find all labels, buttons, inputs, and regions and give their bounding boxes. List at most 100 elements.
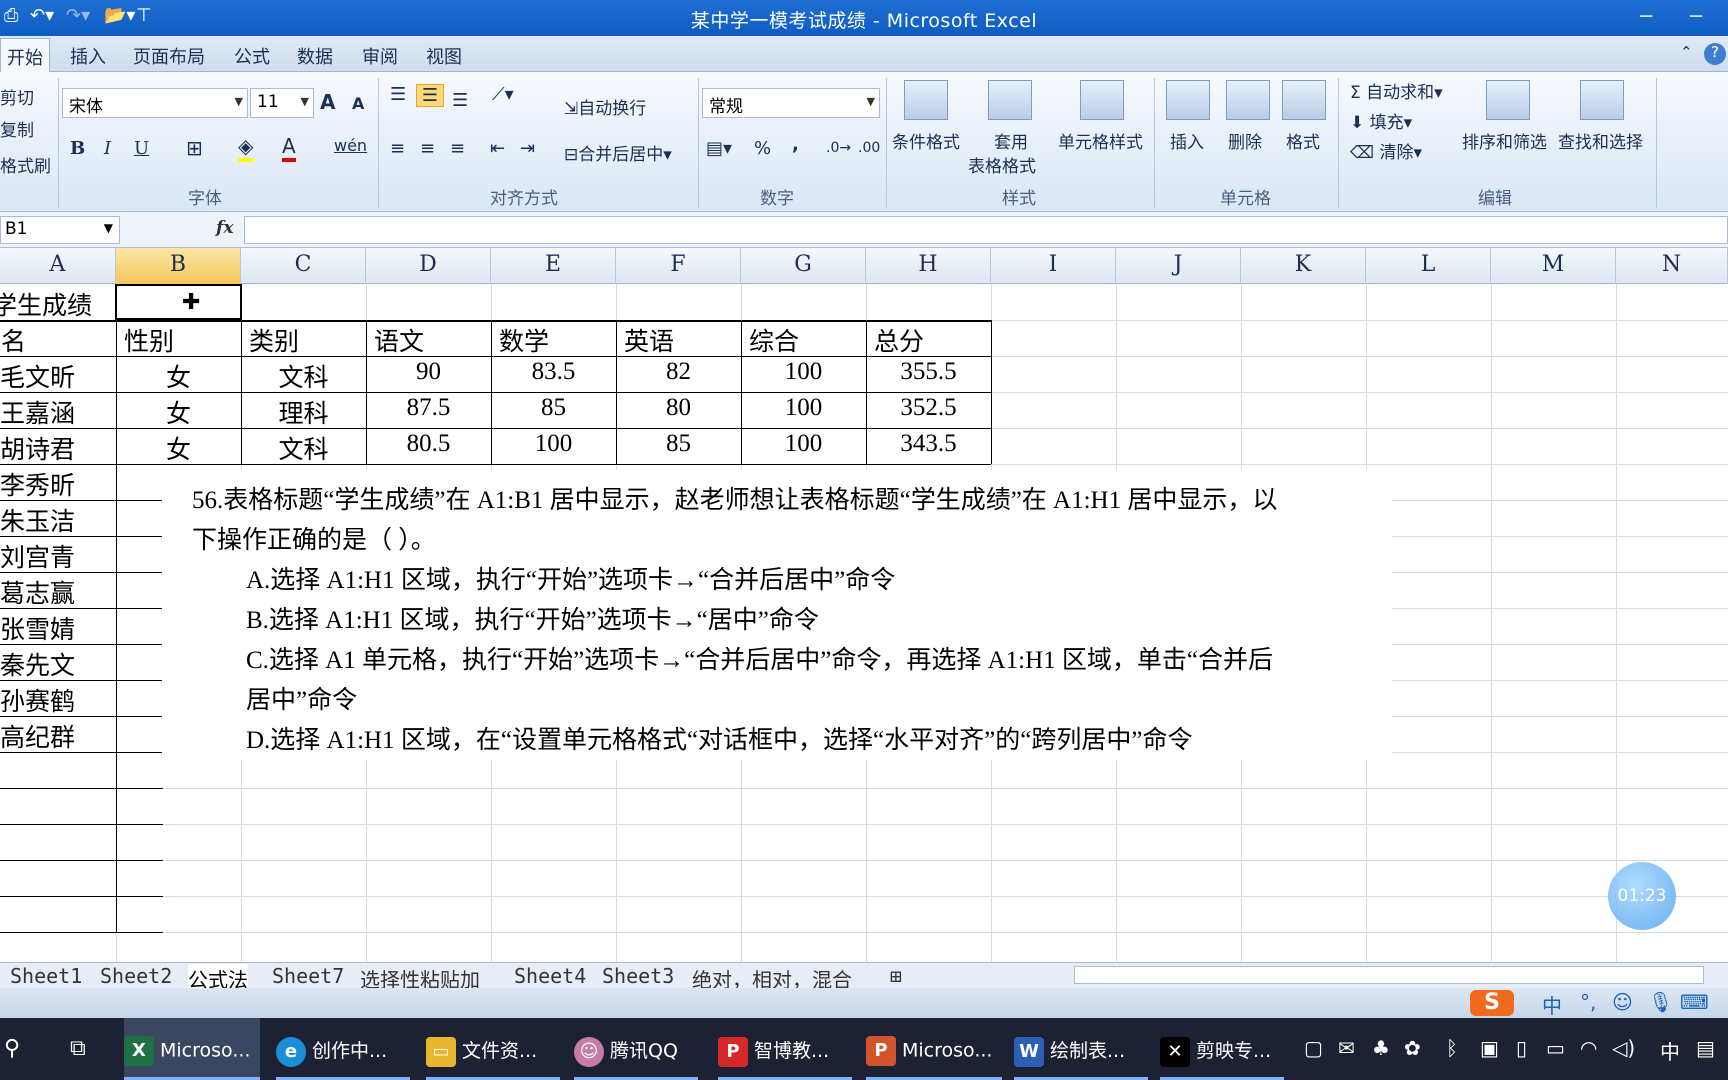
row2-category[interactable]: 理科 [241,394,366,430]
row2-name[interactable]: 王嘉涵 [0,394,75,430]
wifi-icon[interactable]: ◠ [1580,1036,1597,1060]
taskbar-explorer[interactable]: ▭ 文件资... [426,1018,560,1080]
increase-decimal-icon[interactable]: .0→ [826,140,851,156]
volume-icon[interactable]: ◁) [1612,1036,1635,1060]
sheet-tab-sheet2[interactable]: Sheet2 [100,964,172,988]
sheet-title-cell[interactable]: 学生成绩 [0,286,116,322]
font-size-select[interactable]: 11 ▼ [250,88,314,118]
merge-center-button[interactable]: ⊟合并后居中▾ [564,140,672,165]
wrap-text-button[interactable]: ⇲自动换行 [564,94,646,119]
tab-data[interactable]: 数据 [297,43,333,69]
row2-english[interactable]: 80 [616,394,741,422]
tray-penguin-icon[interactable]: ♣ [1372,1036,1390,1060]
row3-math[interactable]: 100 [491,430,616,458]
tray-chat-icon[interactable]: ✉ [1338,1036,1355,1060]
taskbar-word[interactable]: W 绘制表... [1014,1018,1148,1080]
row3-total[interactable]: 343.5 [866,430,991,458]
row2-total[interactable]: 352.5 [866,394,991,422]
font-color-button[interactable]: A [282,134,296,162]
sort-filter-button[interactable]: 排序和筛选 [1462,128,1547,153]
header-name[interactable]: 姓名 [0,322,116,358]
tab-home[interactable]: 开始 [0,38,50,72]
row3-chinese[interactable]: 80.5 [366,430,491,458]
taskbar-powerpoint[interactable]: P Microso... [866,1018,1002,1080]
find-select-button[interactable]: 查找和选择 [1558,128,1643,153]
row1-english[interactable]: 82 [616,358,741,386]
comma-button[interactable]: , [792,134,799,155]
tab-review[interactable]: 审阅 [362,43,398,69]
battery-icon[interactable]: ▭ [1546,1036,1565,1060]
increase-indent-icon[interactable]: ⇥ [520,138,535,159]
task-view-icon[interactable]: ⧉ [70,1036,86,1061]
taskbar-jianying[interactable]: ✕ 剪映专... [1160,1018,1284,1080]
align-middle-icon[interactable]: ☰ [416,84,444,107]
orientation-icon[interactable]: ⟋▾ [492,84,514,105]
row1-name[interactable]: 毛文昕 [0,358,75,394]
font-name-select[interactable]: 宋体 ▼ [62,88,248,118]
usb-icon[interactable]: ▯ [1516,1036,1527,1060]
align-bottom-icon[interactable]: ☰ [452,90,468,111]
insert-cells-button[interactable]: 插入 [1170,128,1204,153]
row2-math[interactable]: 85 [491,394,616,422]
delete-cells-button[interactable]: 删除 [1228,128,1262,153]
sheet-tab-sheet7[interactable]: Sheet7 [272,964,344,988]
row2-gender[interactable]: 女 [116,394,241,430]
tray-flower-icon[interactable]: ✿ [1404,1036,1421,1060]
taskbar-zhibo[interactable]: P 智博教... [718,1018,852,1080]
tab-insert[interactable]: 插入 [70,43,106,69]
row3-english[interactable]: 85 [616,430,741,458]
phonetic-button[interactable]: wén [334,136,367,155]
name-cell[interactable]: 高纪群 [0,718,75,754]
sheet-tab-sheet1[interactable]: Sheet1 [10,964,82,988]
cell-styles-button[interactable]: 单元格样式 [1058,128,1143,153]
bold-button[interactable]: B [70,138,85,159]
taskbar-edge[interactable]: e 创作中... [276,1018,410,1080]
col-header-b[interactable]: B [116,248,241,284]
header-english[interactable]: 英语 [624,322,674,358]
header-math[interactable]: 数学 [499,322,549,358]
col-header-h[interactable]: H [866,248,991,284]
cut-button[interactable]: 剪切 [0,84,34,109]
name-cell[interactable]: 李秀昕 [0,466,75,502]
name-cell[interactable]: 朱玉洁 [0,502,75,538]
row1-math[interactable]: 83.5 [491,358,616,386]
grow-font-button[interactable]: A [320,90,335,114]
help-icon[interactable]: ? [1704,43,1726,65]
tray-language-label[interactable]: 中 [1660,1036,1680,1065]
insert-function-button[interactable]: fx [216,218,233,238]
row1-category[interactable]: 文科 [241,358,366,394]
conditional-format-button[interactable]: 条件格式 [892,128,960,153]
name-box[interactable]: B1 ▼ [0,216,120,244]
col-header-l[interactable]: L [1366,248,1491,284]
recording-timer[interactable]: 01:23 [1608,862,1676,930]
number-format-select[interactable]: 常规 ▼ [702,88,880,118]
minimize-ribbon-icon[interactable]: ⌃ [1680,43,1693,61]
tab-view[interactable]: 视图 [426,43,462,69]
header-gender[interactable]: 性别 [124,322,174,358]
row2-chinese[interactable]: 87.5 [366,394,491,422]
align-top-icon[interactable]: ☰ [390,84,406,105]
nvidia-icon[interactable]: ▣ [1480,1036,1499,1060]
active-cell-b1[interactable] [115,284,242,320]
sheet-tab-sheet4[interactable]: Sheet4 [514,964,586,988]
tab-formulas[interactable]: 公式 [234,43,270,69]
fill-color-icon[interactable]: ◈ [238,134,254,162]
maximize-button[interactable]: ─ [1690,4,1702,28]
minimize-button[interactable]: ─ [1640,4,1652,28]
emoji-icon[interactable]: ☺ [1612,990,1633,1014]
formula-input[interactable] [244,216,1728,244]
taskbar-qq[interactable]: ☺ 腾讯QQ [574,1018,698,1080]
row1-chinese[interactable]: 90 [366,358,491,386]
tray-window-icon[interactable]: ▢ [1304,1036,1323,1060]
clear-button[interactable]: ⌫ 清除▾ [1350,138,1422,163]
sheet-tab-sheet3[interactable]: Sheet3 [602,964,674,988]
row3-name[interactable]: 胡诗君 [0,430,75,466]
name-cell[interactable]: 张雪婧 [0,610,75,646]
col-header-j[interactable]: J [1116,248,1241,284]
horizontal-scrollbar[interactable] [1074,966,1704,984]
tab-page-layout[interactable]: 页面布局 [133,43,205,69]
notification-icon[interactable]: ▤ [1696,1036,1715,1060]
bluetooth-icon[interactable]: ᛒ [1446,1036,1458,1060]
col-header-d[interactable]: D [366,248,491,284]
punctuation-icon[interactable]: °, [1580,990,1596,1014]
